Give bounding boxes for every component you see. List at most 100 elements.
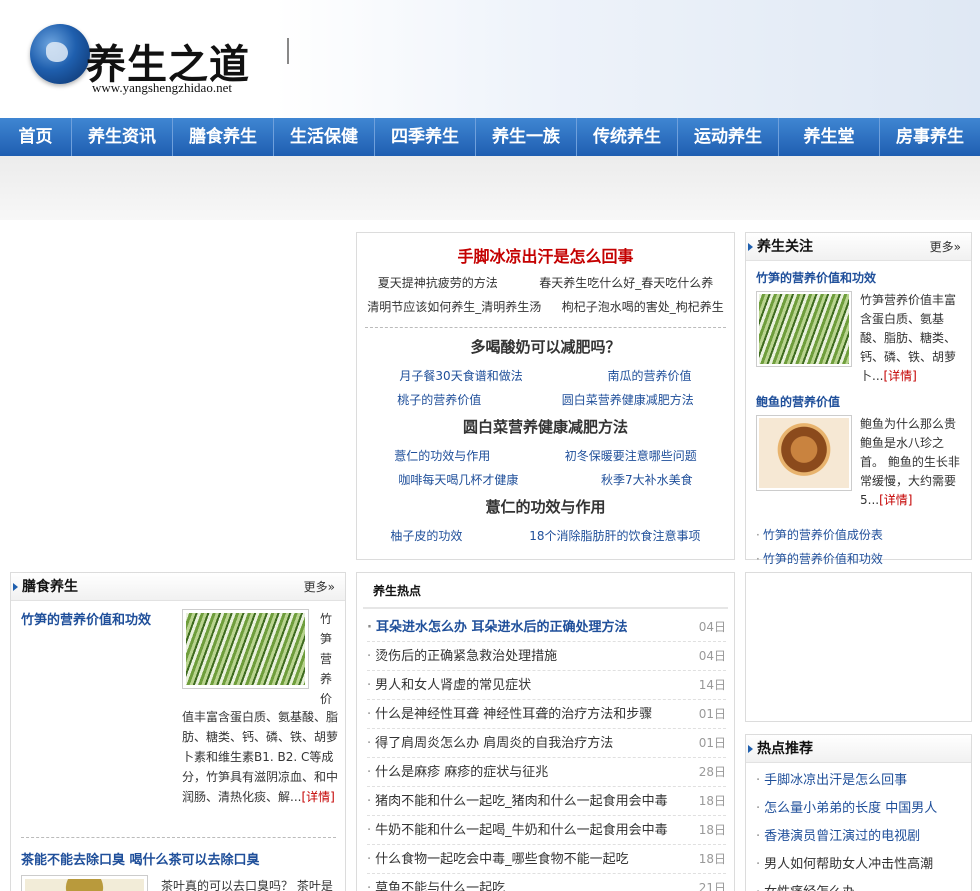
detail-link[interactable]: [详情] — [883, 369, 916, 383]
headline-link[interactable]: 柚子皮的功效 — [390, 524, 462, 548]
headline-sub[interactable]: 多喝酸奶可以减肥吗？ — [357, 336, 734, 358]
list-item[interactable]: 男人如何帮助女人冲击性高潮 — [756, 851, 971, 879]
headline-link[interactable]: 咖啡每天喝几杯才健康 — [398, 468, 518, 492]
recommend-list: 手脚冰凉出汗是怎么回事 怎么量小弟弟的长度 中国男人 香港演员曾江演过的电视剧 … — [746, 763, 971, 891]
headline-link[interactable]: 圆白菜营养健康减肥方法 — [562, 388, 694, 412]
nav-traditional[interactable]: 传统养生 — [577, 118, 678, 156]
headline-links-row: 桃子的营养价值 圆白菜营养健康减肥方法 — [357, 388, 734, 412]
headline-links-row: 夏天提神抗疲劳的方法 春天养生吃什么好_春天吃什么养 — [357, 271, 734, 295]
article-thumbnail[interactable] — [756, 415, 852, 491]
diet-box: 膳食养生 更多» 竹笋的营养价值和功效 竹笋营养价 值丰富含蛋白质、氨基酸、脂肪… — [10, 572, 346, 891]
headline-link[interactable]: 初冬保暖要注意哪些问题 — [565, 444, 697, 468]
globe-icon — [30, 24, 90, 84]
list-item[interactable]: 什么是麻疹 麻疹的症状与征兆28日 — [367, 758, 726, 787]
list-item[interactable]: 女性痛经怎么办 — [756, 879, 971, 891]
article-summary: 鲍鱼为什么那么贵鲍鱼是水八珍之首。 鲍鱼的生长非常缓慢，大约需要5...[详情] — [860, 417, 960, 507]
article-title[interactable]: 鲍鱼的营养价值 — [756, 393, 971, 411]
detail-link[interactable]: [详情] — [879, 493, 912, 507]
section-title: 养生热点 — [363, 573, 728, 609]
article-summary-start: 竹笋营养价 — [320, 612, 333, 706]
divider — [365, 327, 726, 328]
banner-area — [0, 156, 980, 220]
list-item[interactable]: 竹笋的营养价值和功效 — [756, 547, 971, 571]
article-item: 竹笋营养价值丰富含蛋白质、氨基酸、脂肪、糖类、钙、磷、铁、胡萝卜...[详情] — [756, 291, 971, 393]
bamboo-image — [186, 613, 305, 685]
hot-topics-list: 耳朵进水怎么办 耳朵进水后的正确处理方法04日 烫伤后的正确紧急救治处理措施04… — [357, 609, 734, 891]
article-thumbnail[interactable] — [756, 291, 852, 367]
ad-placeholder — [745, 572, 972, 722]
list-item[interactable]: 香港演员曾江演过的电视剧 — [756, 823, 971, 851]
headline-link[interactable]: 秋季7大补水美食 — [601, 468, 693, 492]
headline-links-row: 月子餐30天食谱和做法 南瓜的营养价值 — [357, 364, 734, 388]
focus-box: 养生关注 更多» 竹笋的营养价值和功效 竹笋营养价值丰富含蛋白质、氨基酸、脂肪、… — [745, 232, 972, 566]
headline-link[interactable]: 枸杞子泡水喝的害处_枸杞养生 — [562, 295, 724, 319]
section-title: 膳食养生 — [22, 579, 78, 595]
article-summary: 竹笋营养价值丰富含蛋白质、氨基酸、脂肪、糖类、钙、磷、铁、胡萝卜...[详情] — [860, 293, 957, 383]
bamboo-image — [759, 294, 849, 364]
focus-link-list: 竹笋的营养价值成份表 竹笋的营养价值和功效 — [756, 523, 971, 571]
abalone-image — [759, 418, 849, 488]
list-item[interactable]: 牛奶不能和什么一起喝_牛奶和什么一起食用会中毒18日 — [367, 816, 726, 845]
list-item[interactable]: 什么是神经性耳聋 神经性耳聋的治疗方法和步骤01日 — [367, 700, 726, 729]
headline-link[interactable]: 春天养生吃什么好_春天吃什么养 — [539, 271, 713, 295]
more-link[interactable]: 更多» — [304, 573, 335, 601]
hot-topics-box: 养生热点 耳朵进水怎么办 耳朵进水后的正确处理方法04日 烫伤后的正确紧急救治处… — [356, 572, 735, 891]
list-item[interactable]: 男人和女人肾虚的常见症状14日 — [367, 671, 726, 700]
section-title: 热点推荐 — [757, 741, 813, 757]
list-item[interactable]: 得了肩周炎怎么办 肩周炎的自我治疗方法01日 — [367, 729, 726, 758]
nav-news[interactable]: 养生资讯 — [72, 118, 173, 156]
nav-sexual-health[interactable]: 房事养生 — [880, 118, 980, 156]
logo-url: www.yangshengzhidao.net — [92, 80, 232, 95]
nav-group[interactable]: 养生一族 — [476, 118, 577, 156]
main-nav: 首页 养生资讯 膳食养生 生活保健 四季养生 养生一族 传统养生 运动养生 养生… — [0, 118, 980, 156]
list-item[interactable]: 手脚冰凉出汗是怎么回事 — [756, 767, 971, 795]
article-title[interactable]: 竹笋的营养价值和功效 — [756, 269, 971, 287]
list-item[interactable]: 草鱼不能与什么一起吃21日 — [367, 874, 726, 891]
list-item[interactable]: 竹笋的营养价值成份表 — [756, 523, 971, 547]
headline-main[interactable]: 手脚冰凉出汗是怎么回事 — [357, 243, 734, 266]
headline-link[interactable]: 18个消除脂肪肝的饮食注意事项 — [529, 524, 700, 548]
focus-box-header: 养生关注 更多» — [746, 233, 971, 261]
nav-seasons[interactable]: 四季养生 — [375, 118, 476, 156]
headline-links-row: 柚子皮的功效 18个消除脂肪肝的饮食注意事项 — [357, 524, 734, 548]
logo-divider — [287, 38, 289, 64]
list-item[interactable]: 猪肉不能和什么一起吃_猪肉和什么一起食用会中毒18日 — [367, 787, 726, 816]
site-logo[interactable]: 养生之道 www.yangshengzhidao.net — [28, 20, 290, 100]
list-item[interactable]: 耳朵进水怎么办 耳朵进水后的正确处理方法04日 — [367, 613, 726, 642]
more-link[interactable]: 更多» — [930, 233, 961, 261]
recommend-box: 热点推荐 手脚冰凉出汗是怎么回事 怎么量小弟弟的长度 中国男人 香港演员曾江演过… — [745, 734, 972, 891]
headline-sub[interactable]: 圆白菜营养健康减肥方法 — [357, 416, 734, 438]
headline-link[interactable]: 薏仁的功效与作用 — [394, 444, 490, 468]
headline-link[interactable]: 南瓜的营养价值 — [608, 364, 692, 388]
article-summary: 茶叶真的可以去口臭吗？ 茶叶是 — [161, 879, 333, 891]
headline-link[interactable]: 夏天提神抗疲劳的方法 — [378, 271, 498, 295]
nav-home[interactable]: 首页 — [0, 118, 72, 156]
nav-sports[interactable]: 运动养生 — [678, 118, 779, 156]
site-header: 养生之道 www.yangshengzhidao.net — [0, 0, 980, 118]
divider — [21, 837, 336, 838]
article-thumbnail[interactable] — [182, 609, 309, 689]
tea-image — [25, 879, 144, 891]
headline-link[interactable]: 月子餐30天食谱和做法 — [399, 364, 522, 388]
headline-links-row: 咖啡每天喝几杯才健康 秋季7大补水美食 — [357, 468, 734, 492]
headline-link[interactable]: 桃子的营养价值 — [397, 388, 481, 412]
nav-health[interactable]: 生活保健 — [274, 118, 375, 156]
article-summary: 值丰富含蛋白质、氨基酸、脂肪、糖类、钙、磷、铁、胡萝卜素和维生素B1. B2. … — [182, 710, 339, 804]
list-item[interactable]: 怎么量小弟弟的长度 中国男人 — [756, 795, 971, 823]
nav-diet[interactable]: 膳食养生 — [173, 118, 274, 156]
detail-link[interactable]: [详情] — [301, 790, 334, 804]
headline-link[interactable]: 清明节应该如何养生_清明养生汤 — [367, 295, 541, 319]
list-item[interactable]: 什么食物一起吃会中毒_哪些食物不能一起吃18日 — [367, 845, 726, 874]
article-title[interactable]: 茶能不能去除口臭 喝什么茶可以去除口臭 — [21, 849, 260, 868]
section-title: 养生关注 — [757, 239, 813, 255]
article-title[interactable]: 竹笋的营养价值和功效 — [21, 611, 181, 631]
headline-box: 手脚冰凉出汗是怎么回事 夏天提神抗疲劳的方法 春天养生吃什么好_春天吃什么养 清… — [356, 232, 735, 560]
article-item: 鲍鱼为什么那么贵鲍鱼是水八珍之首。 鲍鱼的生长非常缓慢，大约需要5...[详情] — [756, 415, 971, 517]
diet-box-header: 膳食养生 更多» — [11, 573, 345, 601]
nav-hall[interactable]: 养生堂 — [779, 118, 880, 156]
list-item[interactable]: 烫伤后的正确紧急救治处理措施04日 — [367, 642, 726, 671]
headline-sub[interactable]: 薏仁的功效与作用 — [357, 496, 734, 518]
headline-links-row: 薏仁的功效与作用 初冬保暖要注意哪些问题 — [357, 444, 734, 468]
headline-links-row: 清明节应该如何养生_清明养生汤 枸杞子泡水喝的害处_枸杞养生 — [357, 295, 734, 319]
article-thumbnail[interactable] — [21, 875, 148, 891]
